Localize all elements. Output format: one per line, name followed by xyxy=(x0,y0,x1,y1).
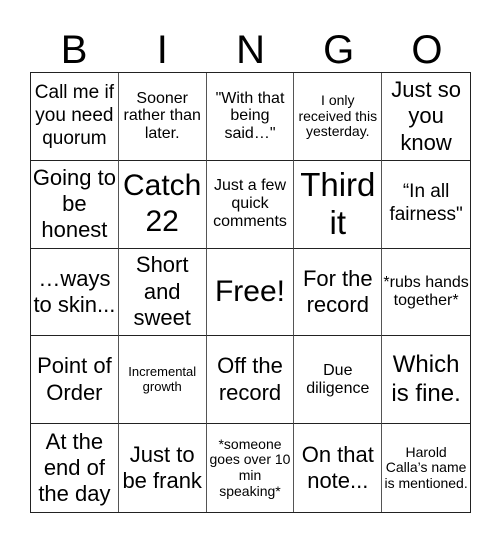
bingo-cell[interactable]: I only received this yesterday. xyxy=(294,73,383,161)
bingo-cell[interactable]: Third it xyxy=(294,160,383,249)
bingo-cell[interactable]: Harold Calla’s name is mentioned. xyxy=(382,424,470,512)
bingo-cell[interactable]: Incremental growth xyxy=(118,336,207,425)
header-letter-b: B xyxy=(60,28,88,72)
bingo-header: B I N G O xyxy=(30,28,471,72)
header-letter-i: I xyxy=(156,28,168,72)
header-letter-g: G xyxy=(323,28,355,72)
bingo-cell[interactable]: Going to be honest xyxy=(31,160,119,249)
bingo-cell[interactable]: On that note... xyxy=(294,424,383,512)
bingo-cell[interactable]: Off the record xyxy=(206,336,295,425)
bingo-cell[interactable]: Short and sweet xyxy=(118,248,207,337)
bingo-cell[interactable]: Due diligence xyxy=(294,336,383,425)
bingo-cell[interactable]: *rubs hands together* xyxy=(382,249,470,337)
header-letter-n: N xyxy=(236,28,265,72)
bingo-cell[interactable]: Just a few quick comments xyxy=(206,160,295,249)
bingo-board: Call me if you need quorum Sooner rather… xyxy=(30,72,471,513)
bingo-cell[interactable]: “In all fairness" xyxy=(382,161,470,249)
bingo-cell[interactable]: Point of Order xyxy=(31,336,119,425)
bingo-cell[interactable]: At the end of the day xyxy=(31,424,119,512)
bingo-cell[interactable]: For the record xyxy=(294,248,383,337)
bingo-cell[interactable]: "With that being said…" xyxy=(206,73,295,161)
free-space[interactable]: Free! xyxy=(206,248,295,337)
bingo-cell[interactable]: …ways to skin... xyxy=(31,248,119,337)
bingo-cell[interactable]: Catch 22 xyxy=(118,160,207,249)
bingo-cell[interactable]: *someone goes over 10 min speaking* xyxy=(207,424,295,512)
bingo-cell[interactable]: Which is fine. xyxy=(382,336,470,425)
bingo-cell[interactable]: Call me if you need quorum xyxy=(31,73,119,161)
bingo-cell[interactable]: Sooner rather than later. xyxy=(118,73,207,161)
header-letter-o: O xyxy=(411,28,443,72)
bingo-cell[interactable]: Just to be frank xyxy=(119,424,207,512)
bingo-cell[interactable]: Just so you know xyxy=(382,73,470,161)
